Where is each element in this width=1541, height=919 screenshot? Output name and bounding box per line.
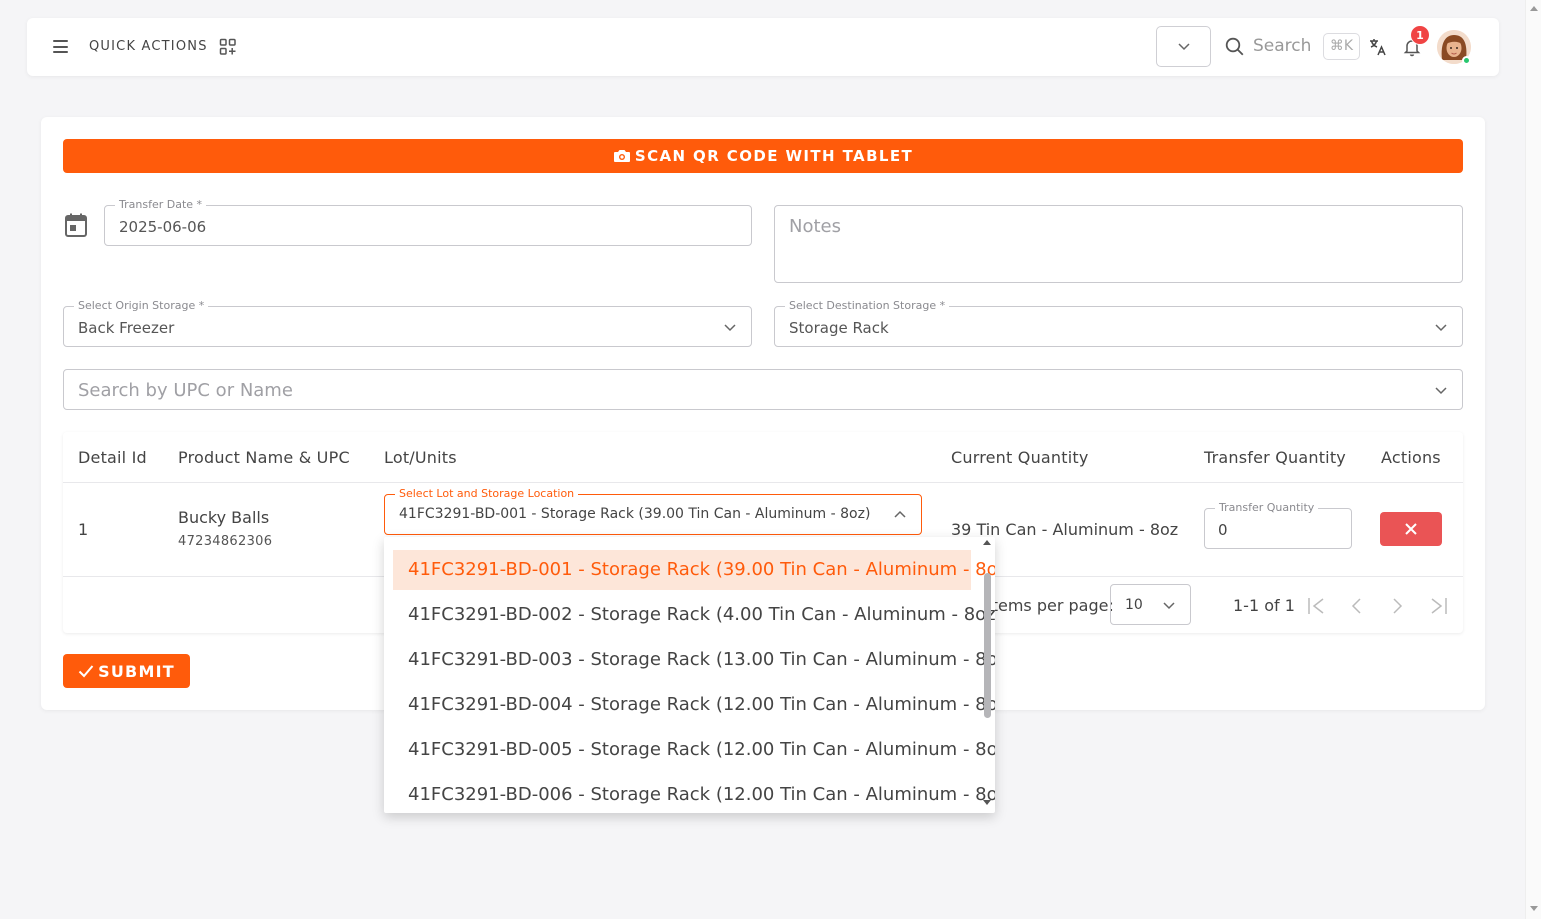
lot-option[interactable]: 41FC3291-BD-001 - Storage Rack (39.00 Ti… <box>393 550 995 590</box>
product-search-placeholder: Search by UPC or Name <box>78 380 293 401</box>
previous-page-icon[interactable] <box>1349 596 1365 616</box>
close-icon <box>1405 523 1417 535</box>
chevron-up-icon <box>894 510 906 518</box>
column-header-transfer-quantity: Transfer Quantity <box>1204 448 1346 467</box>
lot-option[interactable]: 41FC3291-BD-006 - Storage Rack (12.00 Ti… <box>393 775 995 813</box>
delete-row-button[interactable] <box>1380 512 1442 546</box>
lot-select[interactable]: Select Lot and Storage Location 41FC3291… <box>384 487 922 535</box>
calendar-icon[interactable] <box>65 213 87 237</box>
destination-storage-value: Storage Rack <box>789 319 889 337</box>
last-page-icon[interactable] <box>1427 596 1449 616</box>
column-header-lot-units: Lot/Units <box>384 448 457 467</box>
dropdown-scrollbar[interactable] <box>984 573 991 718</box>
checkmark-icon <box>78 665 94 678</box>
search-input[interactable]: Search <box>1253 36 1311 56</box>
transfer-quantity-label: Transfer Quantity <box>1215 501 1319 514</box>
transfer-date-label: Transfer Date * <box>115 198 207 211</box>
items-per-page-value: 10 <box>1125 597 1143 613</box>
hamburger-menu-icon[interactable] <box>53 40 68 53</box>
online-status-dot <box>1462 56 1471 65</box>
scan-qr-button[interactable]: SCAN QR CODE WITH TABLET <box>63 139 1463 173</box>
product-name-cell: Bucky Balls <box>178 508 270 527</box>
items-per-page-label: Items per page: <box>987 596 1114 615</box>
lot-select-label: Select Lot and Storage Location <box>395 487 579 500</box>
lot-dropdown-menu: 41FC3291-BD-001 - Storage Rack (39.00 Ti… <box>384 537 995 813</box>
search-icon[interactable] <box>1225 37 1245 57</box>
origin-storage-select[interactable]: Select Origin Storage * Back Freezer <box>63 299 752 347</box>
chevron-down-icon <box>1435 387 1447 395</box>
header-select[interactable] <box>1156 26 1211 67</box>
destination-storage-select[interactable]: Select Destination Storage * Storage Rac… <box>774 299 1463 347</box>
header-divider <box>63 482 1463 483</box>
search-shortcut-badge: ⌘K <box>1323 33 1360 60</box>
top-navbar: QUICK ACTIONS Search ⌘K 1 <box>27 18 1499 76</box>
notes-placeholder: Notes <box>789 216 841 237</box>
dropdown-scroll-down-arrow[interactable] <box>983 800 991 805</box>
quick-actions-grid-icon[interactable] <box>219 38 237 56</box>
submit-label: SUBMIT <box>98 661 175 681</box>
product-search-select[interactable]: Search by UPC or Name <box>63 369 1463 410</box>
chevron-down-icon <box>1178 43 1190 51</box>
items-per-page-select[interactable]: 10 <box>1110 584 1191 625</box>
scan-qr-label: SCAN QR CODE WITH TABLET <box>634 147 914 165</box>
transfer-quantity-input[interactable]: Transfer Quantity 0 <box>1204 501 1352 549</box>
lot-option[interactable]: 41FC3291-BD-005 - Storage Rack (12.00 Ti… <box>393 730 995 770</box>
origin-storage-value: Back Freezer <box>78 319 175 337</box>
column-header-current-quantity: Current Quantity <box>951 448 1089 467</box>
destination-storage-label: Select Destination Storage * <box>785 299 950 312</box>
chevron-down-icon <box>724 324 736 332</box>
dropdown-scroll-up-arrow[interactable] <box>983 540 991 545</box>
chevron-down-icon <box>1435 324 1447 332</box>
lot-select-value: 41FC3291-BD-001 - Storage Rack (39.00 Ti… <box>399 506 871 522</box>
first-page-icon[interactable] <box>1306 596 1328 616</box>
lot-option[interactable]: 41FC3291-BD-003 - Storage Rack (13.00 Ti… <box>393 640 995 680</box>
chevron-down-icon <box>1163 602 1175 610</box>
lot-option[interactable]: 41FC3291-BD-004 - Storage Rack (12.00 Ti… <box>393 685 995 725</box>
page-scrollbar[interactable] <box>1525 0 1541 919</box>
column-header-actions: Actions <box>1381 448 1441 467</box>
camera-icon <box>613 150 630 162</box>
column-header-product: Product Name & UPC <box>178 448 350 467</box>
origin-storage-label: Select Origin Storage * <box>74 299 209 312</box>
next-page-icon[interactable] <box>1389 596 1405 616</box>
product-upc-cell: 47234862306 <box>178 534 273 549</box>
notes-field[interactable]: Notes <box>774 205 1463 283</box>
pagination-range: 1-1 of 1 <box>1233 596 1295 615</box>
lot-option[interactable]: 41FC3291-BD-002 - Storage Rack (4.00 Tin… <box>393 595 995 635</box>
column-header-detail-id: Detail Id <box>78 448 147 467</box>
transfer-quantity-value: 0 <box>1218 521 1228 539</box>
scroll-up-arrow[interactable] <box>1530 6 1538 11</box>
quick-actions-label[interactable]: QUICK ACTIONS <box>89 39 208 54</box>
transfer-date-value: 2025-06-06 <box>119 218 207 236</box>
submit-button[interactable]: SUBMIT <box>63 654 190 688</box>
detail-id-cell: 1 <box>78 520 89 539</box>
notification-count-badge: 1 <box>1410 25 1430 45</box>
translate-icon[interactable] <box>1368 37 1388 57</box>
transfer-date-field[interactable]: Transfer Date * 2025-06-06 <box>104 198 752 246</box>
scroll-down-arrow[interactable] <box>1530 906 1538 911</box>
